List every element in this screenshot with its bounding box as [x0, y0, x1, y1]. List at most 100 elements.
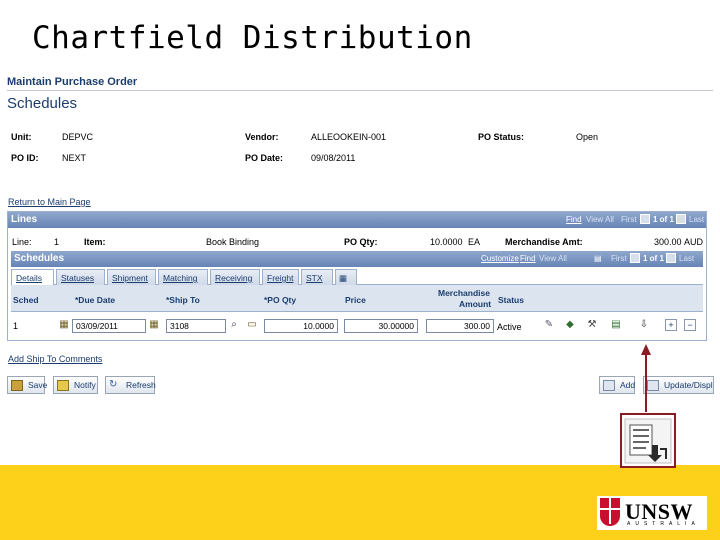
lines-bar-title: Lines [11, 214, 38, 225]
edit-schedule-icon[interactable]: ✎ [543, 319, 555, 331]
merch-amt-label: Merchandise Amt: [505, 237, 583, 247]
uom-value: EA [468, 237, 481, 247]
col-po-qty: *PO Qty [264, 295, 297, 305]
refresh-icon: ↻ [109, 379, 118, 390]
distribution-icon-enlarged [624, 418, 672, 464]
col-due-date: *Due Date [75, 295, 116, 305]
delete-row-icon[interactable]: − [684, 319, 696, 331]
currency-value: AUD [684, 237, 704, 247]
lines-bar: Lines Find View All First 1 of 1 Last [8, 212, 706, 228]
po-date-label: PO Date: [245, 153, 284, 163]
notify-icon [57, 380, 69, 391]
add-ship-to-comments-link[interactable]: Add Ship To Comments [8, 354, 102, 364]
col-merch-amount-1: Merchandise [438, 288, 490, 298]
line-label: Line: [12, 237, 32, 247]
col-merch-amount-2: Amount [459, 299, 492, 309]
header-divider [7, 90, 713, 91]
row-sched: 1 [13, 321, 19, 331]
vendor-label: Vendor: [245, 132, 279, 142]
page-title: Schedules [7, 95, 78, 112]
tab-details[interactable]: Details [11, 269, 54, 285]
po-id-value: NEXT [62, 153, 87, 163]
save-label: Save [28, 380, 48, 390]
po-id-label: PO ID: [11, 153, 39, 163]
show-all-columns-icon[interactable]: ▦ [335, 269, 357, 285]
schedules-tabs: Details Statuses Shipment Matching Recei… [11, 268, 703, 285]
distribution-icon-callout [620, 413, 676, 468]
price-input[interactable]: 30.00000 [344, 319, 418, 333]
schedules-customize-link[interactable]: Customize [481, 254, 519, 263]
return-to-main-page-link[interactable]: Return to Main Page [8, 197, 91, 207]
lines-find-link[interactable]: Find [566, 215, 582, 224]
save-button[interactable]: Save [7, 376, 48, 394]
col-sched: Sched [13, 295, 39, 305]
lines-last: Last [689, 215, 705, 224]
col-price: Price [345, 295, 366, 305]
schedules-last: Last [679, 254, 695, 263]
due-date-input[interactable]: 03/09/2011 [72, 319, 146, 333]
add-row-icon[interactable]: + [665, 319, 677, 331]
slide-title: Chartfield Distribution [32, 20, 473, 56]
merch-amount-input[interactable]: 300.00 [426, 319, 494, 333]
item-label: Item: [84, 237, 106, 247]
tools-icon[interactable]: ⚒ [586, 319, 598, 331]
col-ship-to: *Ship To [166, 295, 200, 305]
po-status-value: Open [576, 132, 599, 142]
update-display-label: Update/Display [664, 380, 713, 390]
unsw-logo: UNSW AUSTRALIA [597, 496, 707, 530]
notify-label: Notify [74, 380, 96, 390]
schedules-prev-icon [630, 253, 640, 263]
schedules-bar-title: Schedules [14, 253, 65, 264]
tab-stx[interactable]: STX [301, 269, 333, 285]
calendar-icon[interactable]: ▦ [148, 319, 160, 331]
vendor-value: ALLEOOKEIN-001 [311, 132, 387, 142]
schedules-grid-icon[interactable]: ▤ [594, 254, 602, 263]
unit-label: Unit: [11, 132, 32, 142]
peoplesoft-window: Maintain Purchase Order Schedules Unit: … [0, 70, 720, 465]
po-status-label: PO Status: [478, 132, 525, 142]
merch-amt-value: 300.00 [654, 237, 682, 247]
lookup-icon[interactable]: ⌕ [228, 319, 240, 331]
ship-to-detail-icon[interactable]: ▭ [246, 319, 258, 331]
tab-matching[interactable]: Matching [158, 269, 208, 285]
tab-statuses[interactable]: Statuses [56, 269, 105, 285]
row-status: Active [497, 322, 522, 332]
schedules-view-all: View All [539, 254, 567, 263]
crest-cross-h [600, 508, 620, 510]
tab-freight[interactable]: Freight [262, 269, 299, 285]
schedules-find-link[interactable]: Find [520, 254, 536, 263]
add-button[interactable]: Add [599, 376, 635, 394]
item-value: Book Binding [206, 237, 260, 247]
refresh-button[interactable]: ↻ Refresh [105, 376, 156, 394]
crest-cross-v [609, 498, 611, 524]
ship-to-input[interactable]: 3108 [166, 319, 226, 333]
schedules-table-header: Sched *Due Date *Ship To *PO Qty Price M… [11, 285, 703, 312]
schedules-count: 1 of 1 [643, 254, 664, 263]
lines-first: First [621, 215, 637, 224]
line-value: 1 [54, 237, 60, 247]
col-status: Status [498, 295, 524, 305]
distribution-icon[interactable]: ⇩ [638, 319, 650, 331]
po-qty-input[interactable]: 10.0000 [264, 319, 338, 333]
lines-next-icon [676, 214, 686, 224]
sourcing-icon[interactable]: ◆ [564, 319, 576, 331]
save-icon [11, 380, 23, 391]
tab-receiving[interactable]: Receiving [210, 269, 260, 285]
schedules-first: First [611, 254, 627, 263]
refresh-label: Refresh [126, 380, 156, 390]
lines-grid: Lines Find View All First 1 of 1 Last Li… [7, 211, 707, 341]
tab-shipment[interactable]: Shipment [107, 269, 156, 285]
lines-view-all: View All [586, 215, 614, 224]
calendar-icon-left[interactable]: ▦ [58, 319, 70, 331]
schedules-next-icon [666, 253, 676, 263]
schedules-bar: Schedules Customize Find View All ▤ Firs… [11, 251, 703, 267]
add-icon [603, 380, 615, 391]
lines-prev-icon [640, 214, 650, 224]
po-qty-value: 10.0000 [430, 237, 463, 247]
update-display-icon [647, 380, 659, 391]
document-icon[interactable]: ▤ [610, 319, 622, 331]
po-qty-label: PO Qty: [344, 237, 378, 247]
po-date-value: 09/08/2011 [311, 153, 356, 163]
notify-button[interactable]: Notify [53, 376, 98, 394]
update-display-button[interactable]: Update/Display [643, 376, 714, 394]
